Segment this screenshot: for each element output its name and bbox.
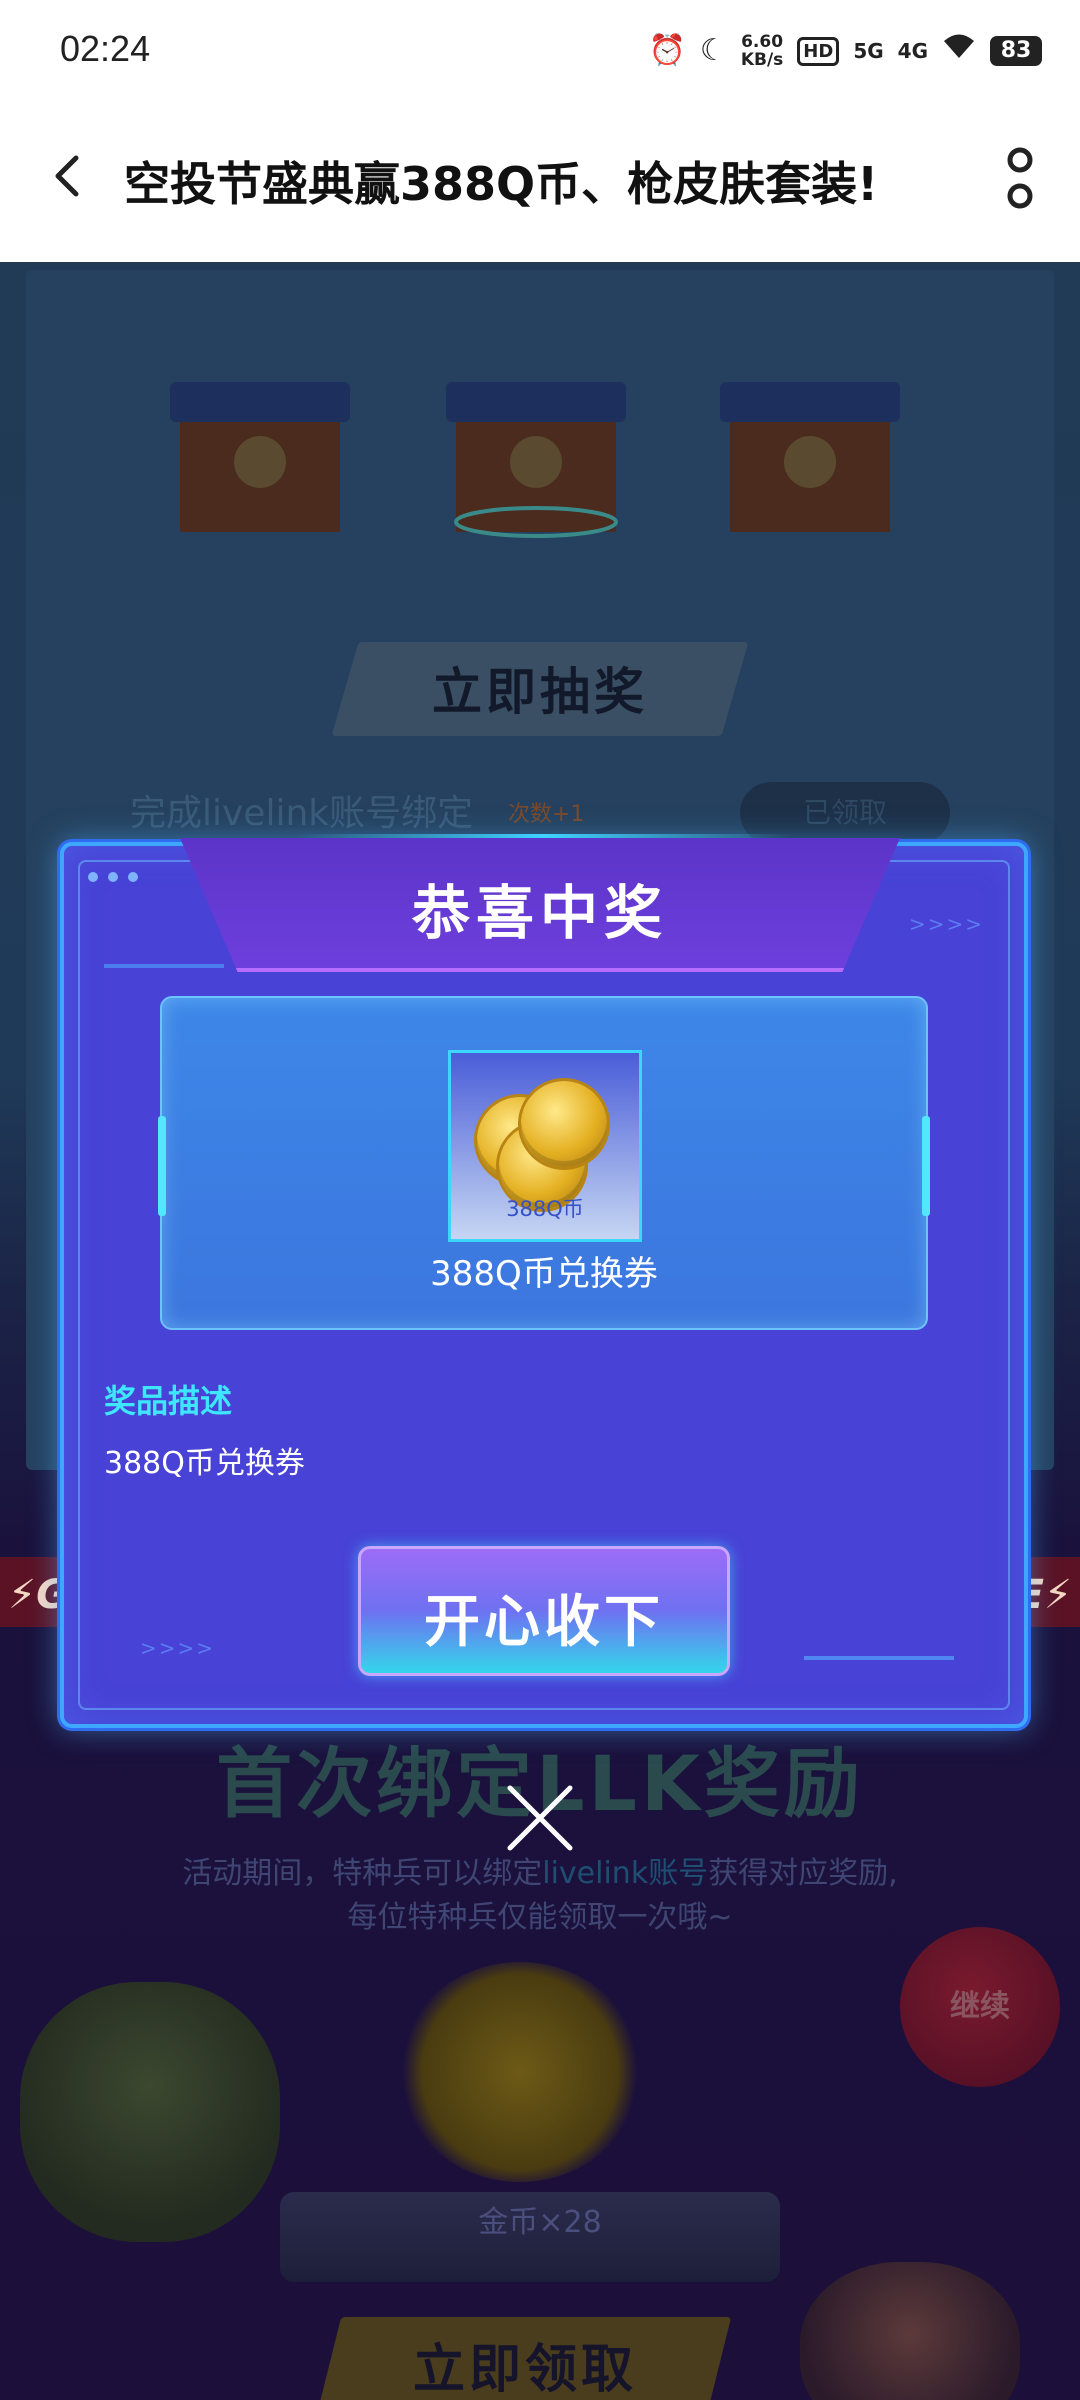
close-modal-button[interactable] <box>500 1778 580 1858</box>
prize-description-title: 奖品描述 <box>104 1382 233 1420</box>
status-time: 02:24 <box>60 28 151 69</box>
more-options-button[interactable] <box>1000 144 1040 216</box>
back-arrow-icon <box>55 155 79 197</box>
airdrop-crate-icon <box>720 382 900 532</box>
panel-tick-right <box>922 1116 930 1216</box>
task-sub: 次数+1 <box>508 802 585 827</box>
decor-line <box>104 964 224 968</box>
more-icon <box>1007 147 1033 209</box>
claim-button-label: 立即领取 <box>412 2340 637 2400</box>
accept-prize-button[interactable]: 开心收下 <box>358 1546 730 1676</box>
airdrop-crate-icon <box>170 382 350 532</box>
panel-tick-left <box>158 1116 166 1216</box>
decor-arrows-left: >>>> <box>140 1636 216 1660</box>
bind-desc-line2: 每位特种兵仅能领取一次哦~ <box>347 1900 733 1935</box>
decor-line <box>804 1656 954 1660</box>
wifi-icon <box>942 28 976 74</box>
bind-desc-post: 获得对应奖励, <box>708 1856 898 1891</box>
signal-4g-icon: 4G <box>897 39 928 63</box>
net-speed-value: 6.60 <box>741 32 784 52</box>
close-icon <box>507 1785 573 1851</box>
net-speed: 6.60 KB/s <box>741 33 783 69</box>
mascot-character-image <box>800 2262 1020 2400</box>
continue-button[interactable]: 继续 <box>900 1927 1060 2087</box>
airdrop-crate-icon <box>446 382 626 538</box>
draw-button-label: 立即抽奖 <box>432 663 648 721</box>
modal-title: 恭喜中奖 <box>411 879 668 947</box>
coin-reward-label: 金币×28 <box>478 2205 602 2240</box>
signal-5g-icon: 5G <box>853 39 884 63</box>
alarm-icon: ⏰ <box>648 33 686 68</box>
prize-modal: 恭喜中奖 >>>> 388Q币 388Q币兑换券 奖品描述 388Q币兑换券 开… <box>60 834 1028 1728</box>
app-bar: 空投节盛典赢388Q币、枪皮肤套装! <box>0 100 1080 262</box>
prize-description-text: 388Q币兑换券 <box>104 1446 305 1481</box>
battery-icon: 83 <box>990 36 1042 66</box>
hd-icon: HD <box>797 36 840 66</box>
decor-arrows-right: >>>> <box>908 912 984 936</box>
bind-reward-description: 活动期间，特种兵可以绑定livelink账号获得对应奖励, 每位特种兵仅能领取一… <box>0 1852 1080 1940</box>
accept-prize-label: 开心收下 <box>424 1590 664 1655</box>
moon-icon: ☾ <box>699 33 727 68</box>
gold-coins-image <box>400 1962 640 2182</box>
bind-desc-pre: 活动期间，特种兵可以绑定 <box>182 1856 543 1891</box>
status-bar: 02:24 ⏰ ☾ 6.60 KB/s HD 5G 4G 83 <box>0 0 1080 100</box>
decor-dots <box>88 872 138 882</box>
prize-card-label: 388Q币 <box>506 1197 584 1221</box>
prize-panel: 388Q币 388Q币兑换券 <box>158 996 930 1330</box>
gold-coin-icon <box>521 1081 607 1167</box>
prize-card: 388Q币 <box>448 1050 642 1242</box>
task-text: 完成livelink账号绑定 <box>130 793 474 834</box>
livelink-link[interactable]: livelink账号 <box>542 1856 708 1891</box>
page-title: 空投节盛典赢388Q币、枪皮肤套装! <box>124 157 879 211</box>
status-icons: ⏰ ☾ 6.60 KB/s HD 5G 4G 83 <box>649 28 1042 74</box>
net-speed-unit: KB/s <box>740 50 784 70</box>
back-button[interactable] <box>40 146 100 206</box>
mascot-chicken-image <box>20 1982 280 2242</box>
prize-name: 388Q币兑换券 <box>430 1254 658 1294</box>
